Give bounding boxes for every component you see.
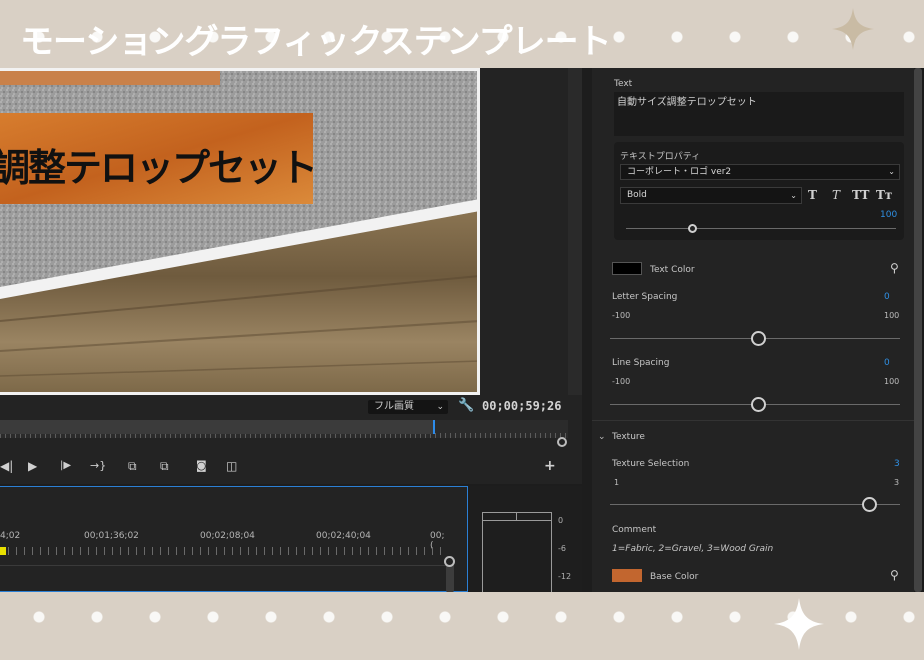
meter-divider xyxy=(482,520,552,521)
go-to-out-icon[interactable]: →} xyxy=(90,456,106,476)
base-color-label: Base Color xyxy=(650,572,699,582)
sparkle-icon xyxy=(832,8,874,50)
time-label: 4;02 xyxy=(0,531,21,541)
timeline-panel[interactable]: 4;02 00;01;36;02 00;02;08;04 00;02;40;04… xyxy=(0,486,468,592)
timeline-time-ruler: 4;02 00;01;36;02 00;02;08;04 00;02;40;04… xyxy=(0,531,446,551)
step-back-icon[interactable]: ◀| xyxy=(0,456,13,476)
font-weight-value: Bold xyxy=(627,190,647,200)
font-family-value: コーポレート・ロゴ ver2 xyxy=(627,167,732,177)
font-size-slider-handle[interactable] xyxy=(688,224,697,233)
texture-selection-value[interactable]: 3 xyxy=(894,459,900,469)
line-spacing-label: Line Spacing xyxy=(612,358,670,368)
small-caps-button[interactable]: Tт xyxy=(876,188,892,202)
texture-slider-handle[interactable] xyxy=(862,497,877,512)
chevron-down-icon: ⌄ xyxy=(790,191,797,200)
banner-title: モーショングラフィックステンプレート xyxy=(20,22,612,62)
comment-label: Comment xyxy=(612,525,657,535)
texture-selection-min: 1 xyxy=(614,478,620,487)
meter-frame xyxy=(482,512,552,592)
texture-selection-label: Texture Selection xyxy=(612,459,690,469)
text-properties-label: テキストプロパティ xyxy=(620,152,701,162)
timeline-work-area-marker[interactable] xyxy=(0,547,6,555)
sparkle-icon xyxy=(774,598,824,650)
meter-label: 0 xyxy=(558,516,564,525)
text-color-label: Text Color xyxy=(650,265,695,275)
font-size-value[interactable]: 100 xyxy=(880,210,897,220)
timeline-scroll-handle[interactable] xyxy=(444,556,455,567)
extract-icon[interactable]: ⧉ xyxy=(160,456,169,476)
audio-meter: 0 -6 -12 xyxy=(470,486,582,592)
duration-timecode: 00;00;59;26 xyxy=(482,399,562,413)
texture-section-header[interactable]: Texture xyxy=(612,432,645,442)
program-monitor: 調整テロップセット フル画質 ⌄ 🔧 00;00;59;26 ◀| ▶ |▶ →… xyxy=(0,68,582,484)
line-spacing-max: 100 xyxy=(884,377,900,386)
add-button-icon[interactable]: + xyxy=(544,456,556,476)
line-spacing-value[interactable]: 0 xyxy=(884,358,890,368)
comment-text: 1=Fabric, 2=Gravel, 3=Wood Grain xyxy=(612,544,774,554)
play-icon[interactable]: ▶ xyxy=(28,456,37,476)
playback-resolution-dropdown[interactable]: フル画質 ⌄ xyxy=(368,400,448,414)
monitor-scrollbar[interactable] xyxy=(568,68,582,395)
wrench-icon[interactable]: 🔧 xyxy=(458,398,474,413)
meter-label: -6 xyxy=(558,544,566,553)
meter-divider xyxy=(516,512,517,520)
time-label: 00;02;40;04 xyxy=(316,531,371,541)
compare-icon[interactable]: ◫ xyxy=(226,456,237,476)
line-spacing-min: -100 xyxy=(612,377,631,386)
letter-spacing-max: 100 xyxy=(884,311,900,320)
panel-scrollbar[interactable] xyxy=(914,68,922,592)
letter-spacing-value[interactable]: 0 xyxy=(884,292,890,302)
line-spacing-slider-handle[interactable] xyxy=(751,397,766,412)
letter-spacing-min: -100 xyxy=(612,311,631,320)
eyedropper-icon[interactable]: ⚲ xyxy=(890,261,899,275)
letter-spacing-label: Letter Spacing xyxy=(612,292,678,302)
chevron-down-icon: ⌄ xyxy=(888,167,895,176)
video-preview: 調整テロップセット xyxy=(0,68,480,395)
step-forward-icon[interactable]: |▶ xyxy=(60,456,71,476)
base-color-swatch[interactable] xyxy=(612,569,642,582)
all-caps-button[interactable]: TT xyxy=(852,188,869,202)
premiere-window: 調整テロップセット フル画質 ⌄ 🔧 00;00;59;26 ◀| ▶ |▶ →… xyxy=(0,68,924,592)
text-field-label: Text xyxy=(614,79,633,89)
time-label: 00;01;36;02 xyxy=(84,531,139,541)
text-color-swatch[interactable] xyxy=(612,262,642,275)
font-weight-dropdown[interactable]: Bold ⌄ xyxy=(620,187,802,204)
texture-selection-max: 3 xyxy=(894,478,900,487)
transport-controls: ◀| ▶ |▶ →} ⧉ ⧉ ◙ ◫ + xyxy=(0,456,582,476)
meter-label: -12 xyxy=(558,572,572,581)
monitor-playhead[interactable] xyxy=(433,420,435,434)
font-size-slider-track[interactable] xyxy=(626,228,896,229)
timeline-ticks xyxy=(0,547,446,555)
lift-icon[interactable]: ⧉ xyxy=(128,456,137,476)
font-family-dropdown[interactable]: コーポレート・ロゴ ver2 ⌄ xyxy=(620,164,900,180)
quality-label: フル画質 xyxy=(374,401,414,412)
camera-icon[interactable]: ◙ xyxy=(196,456,207,476)
text-input[interactable]: 自動サイズ調整テロップセット xyxy=(614,92,904,136)
monitor-ruler-played xyxy=(0,420,434,434)
chevron-down-icon: ⌄ xyxy=(436,402,444,412)
zoom-scroll-handle[interactable] xyxy=(557,437,567,447)
letter-spacing-slider-handle[interactable] xyxy=(751,331,766,346)
texture-slider-track[interactable] xyxy=(610,504,900,505)
eyedropper-icon[interactable]: ⚲ xyxy=(890,568,899,582)
time-label: 00;02;08;04 xyxy=(200,531,255,541)
preview-caption: 調整テロップセット xyxy=(0,146,318,190)
faux-italic-button[interactable]: T xyxy=(832,188,840,202)
faux-bold-button[interactable]: T xyxy=(808,188,817,202)
section-divider xyxy=(592,420,914,421)
chevron-down-icon[interactable]: ⌄ xyxy=(598,432,606,442)
essential-graphics-panel: Text 自動サイズ調整テロップセット テキストプロパティ コーポレート・ロゴ … xyxy=(592,68,914,592)
timeline-track xyxy=(0,565,446,566)
preview-image xyxy=(0,71,477,392)
